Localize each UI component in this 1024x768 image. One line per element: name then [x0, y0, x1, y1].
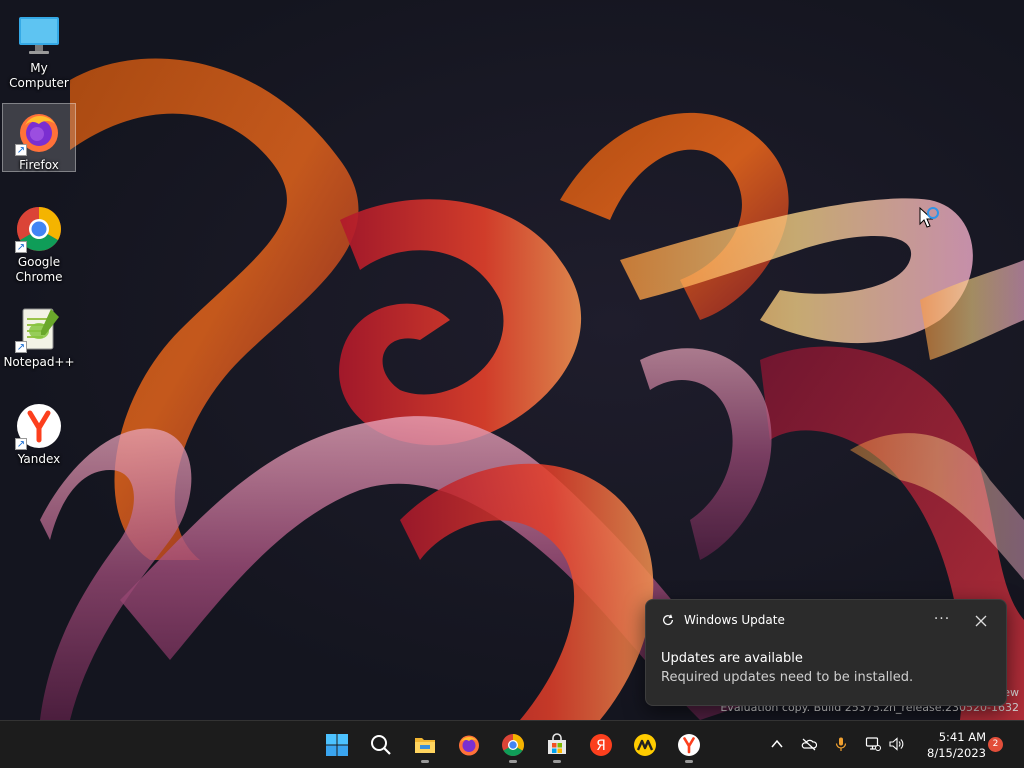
desktop-icon-label: My Computer	[9, 61, 69, 90]
chevron-up-icon	[771, 739, 783, 748]
running-indicator	[553, 760, 561, 763]
taskbar: Я 5:41 AM 8/15/2023 2	[0, 720, 1024, 768]
firefox-icon: ↗	[15, 108, 63, 156]
taskbar-chrome[interactable]	[495, 727, 531, 763]
notepad-plus-plus-icon: ↗	[15, 305, 63, 353]
shortcut-arrow-icon: ↗	[15, 341, 27, 353]
search-icon	[371, 735, 391, 755]
taskbar-microsoft-store[interactable]	[539, 727, 575, 763]
toast-more-options-button[interactable]: ···	[933, 611, 951, 627]
clock-date: 8/15/2023	[927, 746, 986, 760]
close-icon	[975, 615, 987, 627]
file-explorer-icon	[415, 738, 435, 753]
chrome-icon	[502, 734, 524, 756]
desktop-icon-notepad-plus-plus[interactable]: ↗ Notepad++	[2, 300, 76, 371]
show-hidden-icons-button[interactable]	[766, 733, 788, 755]
windows-update-notification[interactable]: Windows Update ··· Updates are available…	[645, 599, 1007, 706]
firefox-icon	[459, 735, 479, 756]
desktop-icon-label: Google Chrome	[15, 255, 63, 284]
taskbar-firefox[interactable]	[451, 727, 487, 763]
sync-icon	[663, 614, 673, 626]
toast-body: Required updates need to be installed.	[661, 670, 914, 685]
taskbar-yandex-music[interactable]	[627, 727, 663, 763]
monitor-icon	[15, 11, 63, 59]
tray-network[interactable]	[862, 733, 884, 755]
taskbar-clock[interactable]: 5:41 AM 8/15/2023	[914, 729, 986, 761]
toast-close-button[interactable]	[973, 613, 989, 629]
tray-onedrive[interactable]	[798, 733, 820, 755]
taskbar-yandex-browser[interactable]: Я	[583, 727, 619, 763]
desktop-icon-my-computer[interactable]: My Computer	[2, 6, 76, 92]
desktop-icon-yandex[interactable]: ↗ Yandex	[2, 397, 76, 468]
start-button[interactable]	[319, 727, 355, 763]
search-button[interactable]	[363, 727, 399, 763]
toast-header: Windows Update	[661, 613, 785, 627]
yandex-icon	[678, 734, 700, 756]
toast-title: Updates are available	[661, 651, 803, 666]
network-icon	[865, 737, 881, 751]
toast-app-name: Windows Update	[684, 613, 785, 627]
taskbar-file-explorer[interactable]	[407, 727, 443, 763]
running-indicator	[509, 760, 517, 763]
shortcut-arrow-icon: ↗	[15, 144, 27, 156]
tray-microphone[interactable]	[830, 733, 852, 755]
desktop-icon-label: Yandex	[17, 452, 61, 466]
desktop-icon-label: Firefox	[19, 158, 59, 172]
chrome-icon: ↗	[15, 205, 63, 253]
shortcut-arrow-icon: ↗	[15, 438, 27, 450]
yandex-icon: ↗	[15, 402, 63, 450]
start-icon	[326, 734, 348, 756]
desktop-icon-google-chrome[interactable]: ↗ Google Chrome	[2, 200, 76, 286]
notification-center-badge[interactable]: 2	[988, 737, 1003, 752]
svg-text:Я: Я	[596, 738, 606, 754]
tray-volume[interactable]	[885, 733, 907, 755]
running-indicator	[685, 760, 693, 763]
volume-icon	[889, 737, 904, 751]
mouse-cursor-busy-icon	[919, 206, 939, 228]
running-indicator	[421, 760, 429, 763]
taskbar-yandex[interactable]	[671, 727, 707, 763]
shortcut-arrow-icon: ↗	[15, 241, 27, 253]
desktop[interactable]: My Computer ↗ Firefox ↗ Google Chrome ↗ …	[0, 0, 1024, 720]
yandex-browser-icon: Я	[590, 734, 612, 756]
microsoft-store-icon	[548, 733, 566, 754]
clock-time: 5:41 AM	[938, 730, 986, 744]
onedrive-icon	[801, 738, 817, 751]
yandex-music-icon	[634, 734, 656, 756]
microphone-icon	[835, 737, 847, 751]
desktop-icon-label: Notepad++	[3, 355, 75, 369]
desktop-icon-firefox[interactable]: ↗ Firefox	[2, 103, 76, 172]
